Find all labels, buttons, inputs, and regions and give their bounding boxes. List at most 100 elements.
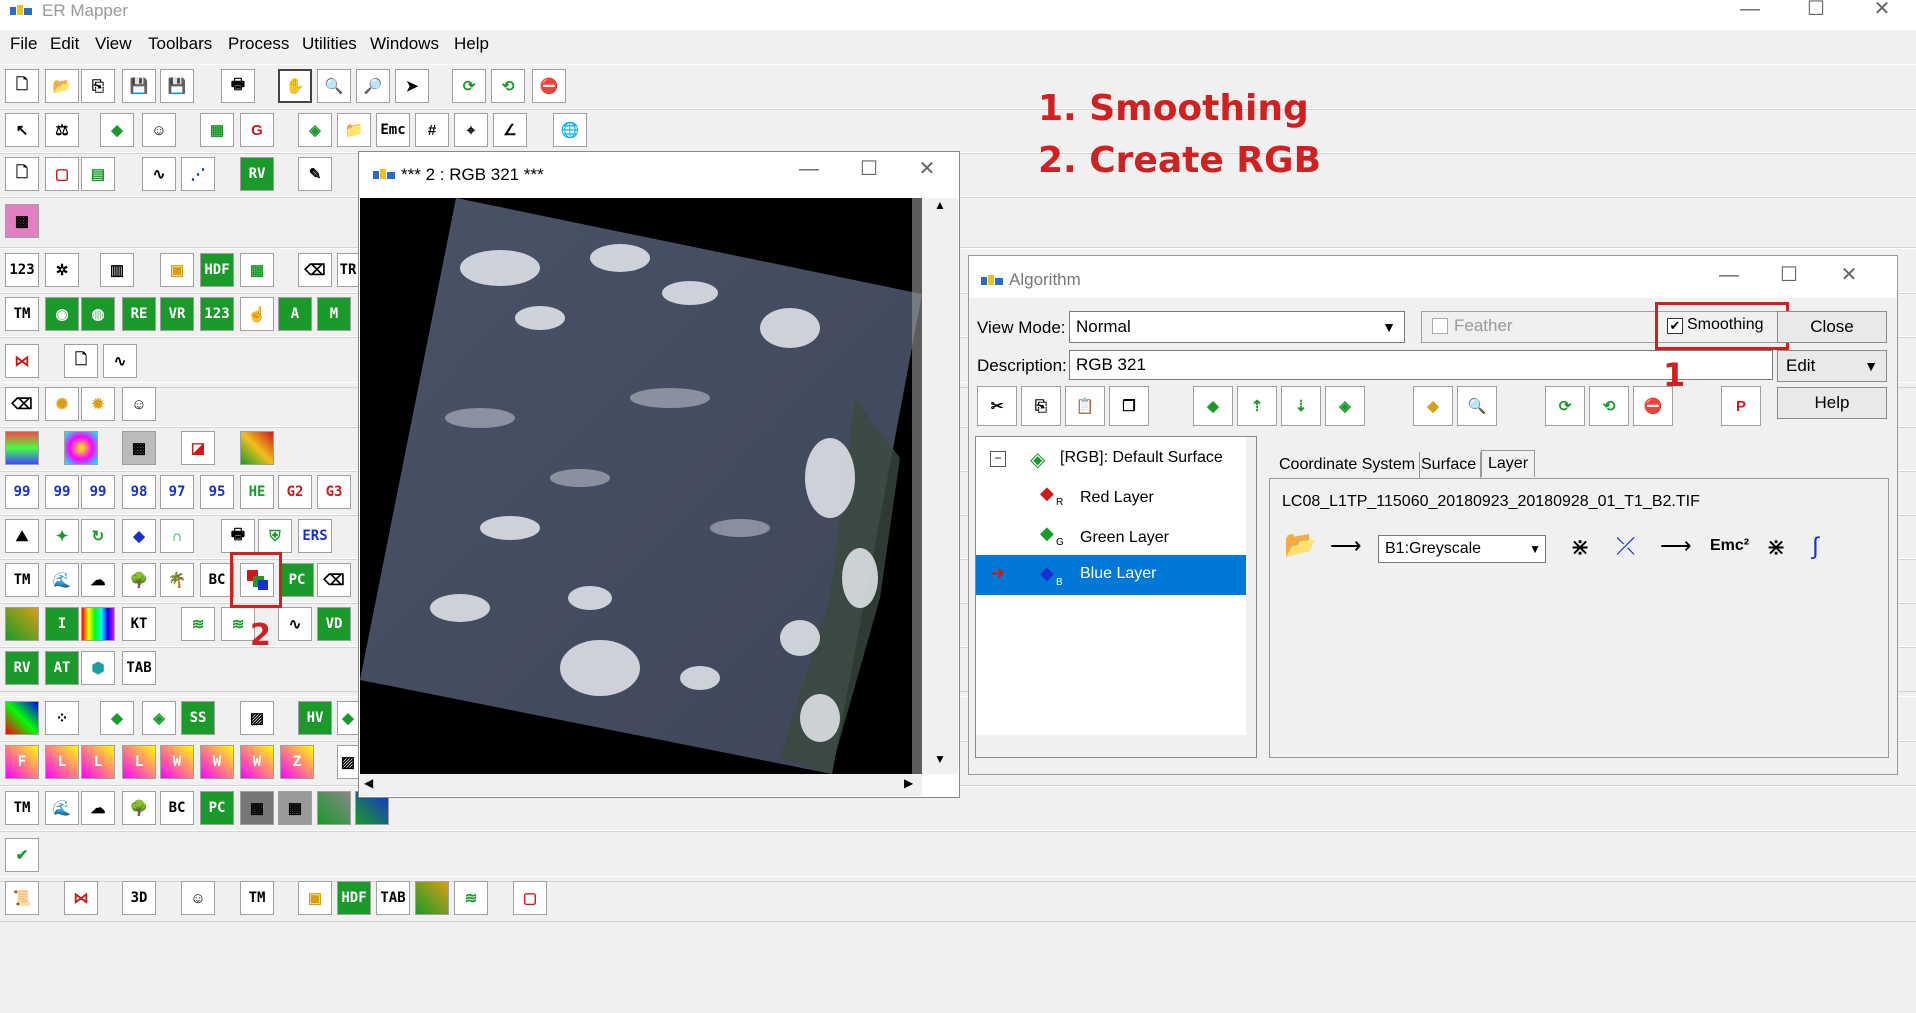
refresh-icon[interactable]: ⟳ bbox=[452, 69, 486, 103]
transform-icon[interactable]: ⤫ bbox=[1616, 533, 1635, 561]
feather-checkbox[interactable] bbox=[1432, 318, 1448, 334]
print-icon[interactable]: 🖶 bbox=[221, 69, 255, 103]
n95-icon[interactable]: 95 bbox=[200, 475, 234, 509]
formula-editor-icon[interactable]: Emc² bbox=[1710, 537, 1749, 555]
satellite-image-canvas[interactable] bbox=[360, 198, 922, 774]
algo-stop-icon[interactable]: ⛔ bbox=[1633, 386, 1673, 426]
palm-icon[interactable]: 🌴 bbox=[160, 563, 194, 597]
n99-sub5-icon[interactable]: 99 bbox=[45, 475, 79, 509]
move-down-icon[interactable]: ⇣ bbox=[1281, 386, 1321, 426]
landscape-icon[interactable]: ⛰ bbox=[5, 519, 39, 553]
a-icon[interactable]: A bbox=[278, 297, 312, 331]
n99-sub9-icon[interactable]: 99 bbox=[5, 475, 39, 509]
eraser-tool-icon[interactable]: ⌫ bbox=[5, 387, 39, 421]
dataset-info-icon[interactable]: 🔍 bbox=[1457, 386, 1497, 426]
color-palette-icon[interactable]: ▩ bbox=[5, 204, 39, 238]
shield-icon[interactable]: ⛨ bbox=[258, 519, 292, 553]
view-mode-select[interactable]: Normal ▼ bbox=[1069, 311, 1405, 343]
filter-wave-3-icon[interactable]: ≋ bbox=[454, 881, 488, 915]
crosshair-icon[interactable]: ⌖ bbox=[454, 113, 488, 147]
dotted-grid-icon[interactable]: ⁘ bbox=[45, 701, 79, 735]
hexagon-icon[interactable]: ⬢ bbox=[81, 651, 115, 685]
zoom-icon[interactable]: 🔍 bbox=[317, 69, 351, 103]
cube-icon[interactable]: ◆ bbox=[122, 519, 156, 553]
image-vertical-scrollbar[interactable]: ▲ ▼ bbox=[922, 198, 958, 774]
tab-coordinate-system[interactable]: Coordinate System bbox=[1275, 452, 1421, 478]
image-frame-icon[interactable]: ▣ bbox=[160, 253, 194, 287]
open-folder-icon[interactable]: 📂 bbox=[45, 69, 79, 103]
transform-curve-icon[interactable]: ∠ bbox=[493, 113, 527, 147]
table-grid-icon[interactable]: ▥ bbox=[100, 253, 134, 287]
zoom-box-icon[interactable]: 🔎 bbox=[356, 69, 390, 103]
wave-icon[interactable]: 🌊 bbox=[45, 563, 79, 597]
rotate-icon[interactable]: ↻ bbox=[81, 519, 115, 553]
w-2-icon[interactable]: W bbox=[200, 745, 234, 779]
hv-icon[interactable]: HV bbox=[298, 701, 332, 735]
layer-horizontal-scrollbar[interactable] bbox=[1270, 735, 1864, 757]
at-icon[interactable]: AT bbox=[45, 651, 79, 685]
image-close-button[interactable]: ✕ bbox=[897, 159, 957, 190]
multi-color-icon[interactable] bbox=[240, 431, 274, 465]
minimize-button[interactable]: — bbox=[1720, 0, 1780, 30]
balance-icon[interactable]: ⚖ bbox=[45, 113, 79, 147]
layer-vertical-scrollbar[interactable] bbox=[1864, 479, 1888, 735]
open-dataset-folder-icon[interactable]: 📂 bbox=[1284, 529, 1316, 560]
formula-icon[interactable]: Emc bbox=[376, 113, 410, 147]
tree-vertical-scrollbar[interactable] bbox=[1246, 437, 1256, 735]
vr-icon[interactable]: VR bbox=[160, 297, 194, 331]
grid-icon[interactable]: # bbox=[415, 113, 449, 147]
pc-icon[interactable]: PC bbox=[280, 563, 314, 597]
green-shape-icon[interactable]: ◉ bbox=[45, 297, 79, 331]
mosaic-2-icon[interactable]: ▦ bbox=[240, 791, 274, 825]
red-layer-label[interactable]: Red Layer bbox=[1080, 489, 1154, 507]
menu-utilities[interactable]: Utilities bbox=[302, 34, 357, 54]
menu-process[interactable]: Process bbox=[228, 34, 289, 54]
rgb-stripes-icon[interactable] bbox=[5, 701, 39, 735]
m-icon[interactable]: M bbox=[317, 297, 351, 331]
stop-icon[interactable]: ⛔ bbox=[532, 69, 566, 103]
texture-icon[interactable]: ▩ bbox=[122, 431, 156, 465]
save-as-icon[interactable]: 💾 bbox=[160, 69, 194, 103]
properties-icon[interactable]: P bbox=[1721, 386, 1761, 426]
algorithm-maximize-button[interactable]: ☐ bbox=[1759, 265, 1819, 296]
add-surface-icon[interactable]: ◆ bbox=[1193, 386, 1233, 426]
l-icon[interactable]: L bbox=[45, 745, 79, 779]
n98-icon[interactable]: 98 bbox=[122, 475, 156, 509]
tab-surface[interactable]: Surface bbox=[1417, 452, 1482, 478]
n99-icon[interactable]: 99 bbox=[81, 475, 115, 509]
mosaic-icon[interactable]: ▦ bbox=[240, 253, 274, 287]
check-edit-icon[interactable]: ✔ bbox=[5, 838, 39, 872]
transform-curve-2-icon[interactable]: ∫ bbox=[1812, 533, 1819, 561]
paste-icon[interactable]: 📋 bbox=[1065, 386, 1105, 426]
hatch-icon[interactable]: ▨ bbox=[240, 701, 274, 735]
algorithm-close-x-button[interactable]: ✕ bbox=[1819, 265, 1879, 296]
tree-horizontal-scrollbar[interactable] bbox=[976, 735, 1256, 757]
copy-file-icon[interactable]: ⎘ bbox=[81, 69, 115, 103]
face-icon[interactable]: ☺ bbox=[122, 387, 156, 421]
numbers-green-icon[interactable]: 123 bbox=[200, 297, 234, 331]
hatch-2-icon[interactable]: ▨ bbox=[337, 745, 359, 779]
menu-windows[interactable]: Windows bbox=[370, 34, 439, 54]
frame-2-icon[interactable]: ▢ bbox=[513, 881, 547, 915]
mask-icon[interactable]: ☺ bbox=[142, 113, 176, 147]
tm-icon[interactable]: TM bbox=[5, 297, 39, 331]
save-icon[interactable]: 💾 bbox=[122, 69, 156, 103]
hand-cursor-icon[interactable]: ☝ bbox=[240, 297, 274, 331]
folder-layer-icon[interactable]: 📁 bbox=[337, 113, 371, 147]
filter-icon[interactable]: ⋇ bbox=[1570, 533, 1590, 562]
menu-edit[interactable]: Edit bbox=[50, 34, 79, 54]
layer-stack-icon[interactable]: ◈ bbox=[142, 701, 176, 735]
classify-2-icon[interactable]: BC bbox=[160, 791, 194, 825]
blue-layer-row[interactable]: ➜ ◆ B Blue Layer bbox=[976, 555, 1246, 595]
layers-icon[interactable]: ◈ bbox=[298, 113, 332, 147]
help-button[interactable]: Help bbox=[1777, 387, 1887, 419]
g2-icon[interactable]: G2 bbox=[278, 475, 312, 509]
scroll-left-arrow-icon[interactable]: ◀ bbox=[364, 776, 373, 790]
scroll-down-arrow-icon[interactable]: ▼ bbox=[922, 752, 958, 774]
tm-4-icon[interactable]: TM bbox=[240, 881, 274, 915]
menu-view[interactable]: View bbox=[95, 34, 132, 54]
document-icon[interactable]: 🗋 bbox=[64, 344, 98, 378]
page-setup-icon[interactable]: ▤ bbox=[81, 157, 115, 191]
tree-root-label[interactable]: [RGB]: Default Surface bbox=[1060, 449, 1223, 467]
menu-file[interactable]: File bbox=[10, 34, 37, 54]
